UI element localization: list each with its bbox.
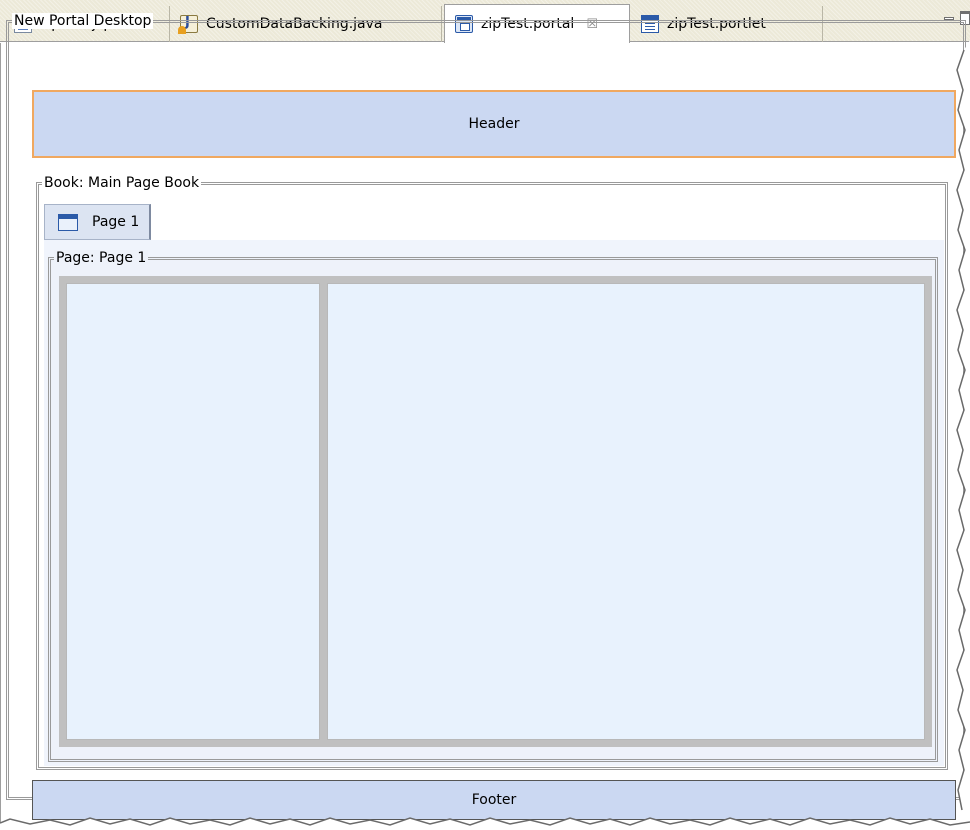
book-tab-label: Page 1 <box>92 214 140 230</box>
header-label: Header <box>468 116 520 132</box>
torn-edge-bottom <box>0 817 970 830</box>
page-icon <box>58 213 78 231</box>
page-legend: Page: Page 1 <box>54 250 149 266</box>
book-tab-page-1[interactable]: Page 1 <box>44 204 151 240</box>
footer-region[interactable]: Footer <box>32 780 956 820</box>
desktop-legend: New Portal Desktop <box>12 13 154 29</box>
page-layout-grid <box>59 276 932 747</box>
footer-label: Footer <box>471 792 517 808</box>
layout-column-right[interactable] <box>327 283 925 740</box>
torn-edge-right <box>956 40 970 830</box>
header-region[interactable]: Header <box>32 90 956 158</box>
layout-column-left[interactable] <box>66 283 320 740</box>
book-legend: Book: Main Page Book <box>42 175 202 191</box>
